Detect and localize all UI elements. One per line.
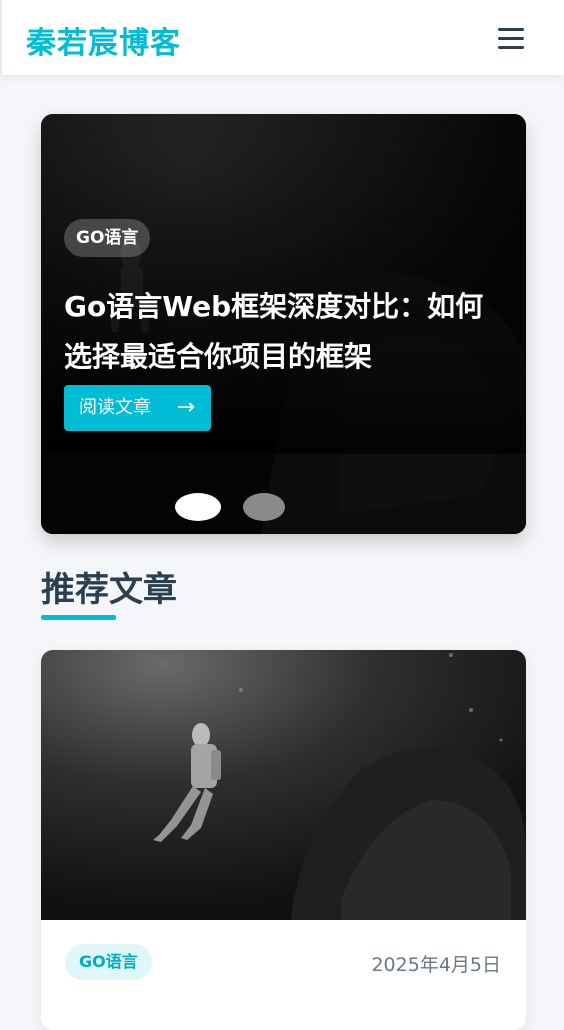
carousel-dot-active[interactable] bbox=[175, 493, 221, 521]
menu-bar bbox=[498, 46, 524, 49]
hero-carousel[interactable]: GO语言 Go语言Web框架深度对比：如何选择最适合你项目的框架 阅读文章 → bbox=[41, 114, 526, 534]
article-category-tag[interactable]: GO语言 bbox=[65, 944, 152, 980]
read-article-label: 阅读文章 bbox=[79, 397, 151, 418]
hamburger-menu-icon[interactable] bbox=[496, 24, 528, 52]
hero-title[interactable]: Go语言Web框架深度对比：如何选择最适合你项目的框架 bbox=[64, 282, 504, 382]
site-title[interactable]: 秦若宸博客 bbox=[26, 18, 181, 62]
carousel-dot[interactable] bbox=[243, 493, 285, 521]
article-image bbox=[41, 650, 526, 920]
article-date: 2025年4月5日 bbox=[371, 954, 501, 976]
article-card[interactable]: GO语言 2025年4月5日 bbox=[41, 650, 526, 1030]
section-underline bbox=[41, 615, 116, 620]
menu-bar bbox=[498, 28, 524, 31]
hero-category-tag[interactable]: GO语言 bbox=[64, 219, 151, 257]
menu-bar bbox=[498, 37, 524, 40]
arrow-right-icon: → bbox=[176, 395, 195, 420]
read-article-button[interactable]: 阅读文章 → bbox=[64, 385, 211, 431]
section-title: 推荐文章 bbox=[41, 570, 177, 610]
site-header: 秦若宸博客 bbox=[0, 0, 564, 75]
